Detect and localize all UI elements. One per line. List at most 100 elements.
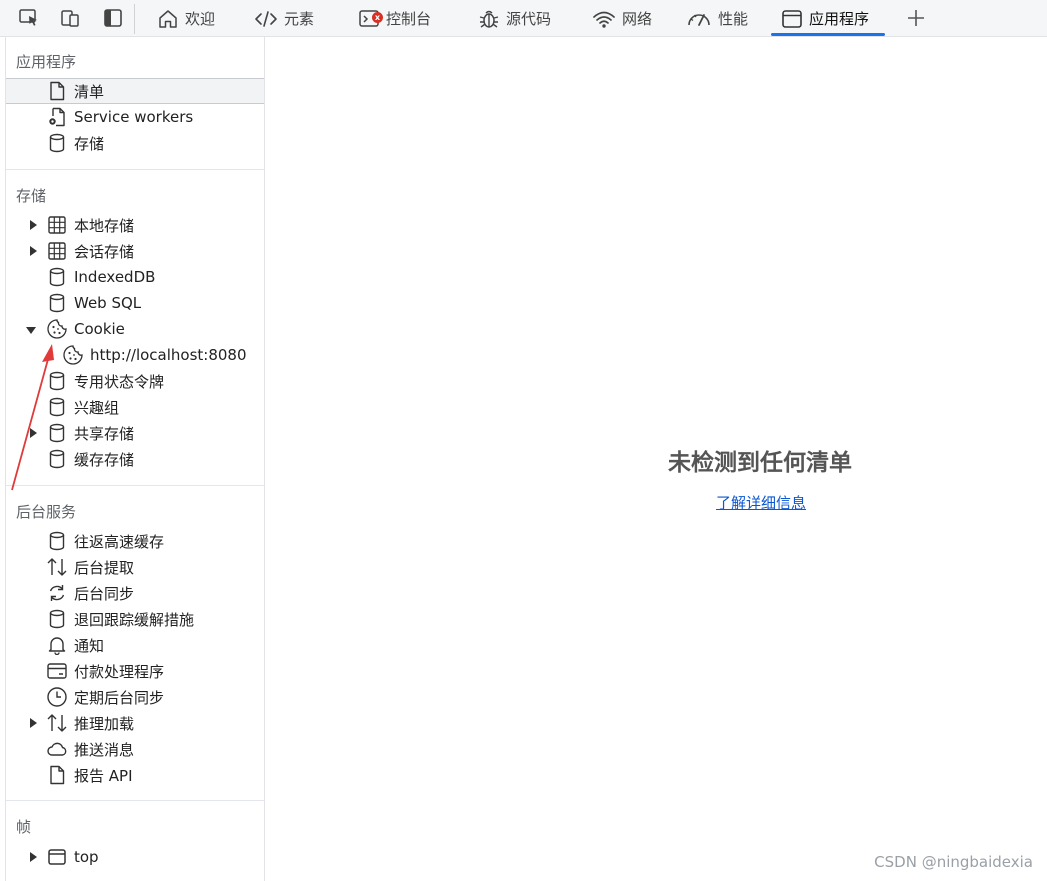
sidebar-item-background-fetch[interactable]: 后台提取 <box>46 554 134 580</box>
sidebar-item-label: http://localhost:8080 <box>90 346 247 364</box>
sidebar-item-label: 通知 <box>74 636 105 655</box>
sidebar-item-manifest[interactable]: 清单 <box>6 78 264 104</box>
clock-icon <box>46 686 68 708</box>
sidebar-item-bounce-tracking[interactable]: 退回跟踪缓解措施 <box>46 606 194 632</box>
tab-welcome[interactable]: 欢迎 <box>157 0 215 37</box>
collapse-cookie-caret[interactable] <box>26 325 36 335</box>
caret-right-icon <box>30 852 37 862</box>
sidebar-item-private-state-tokens[interactable]: 专用状态令牌 <box>46 368 164 394</box>
tab-label: 源代码 <box>506 10 552 28</box>
tab-sources[interactable]: 源代码 <box>478 0 551 37</box>
sidebar-item-local-storage[interactable]: 本地存储 <box>46 212 134 238</box>
sidebar-item-service-workers[interactable]: Service workers <box>46 104 193 130</box>
database-icon <box>46 396 68 418</box>
caret-right-icon <box>30 428 37 438</box>
database-icon <box>46 530 68 552</box>
sidebar-item-notifications[interactable]: 通知 <box>46 632 104 658</box>
tab-label: 控制台 <box>386 10 432 28</box>
database-icon <box>46 422 68 444</box>
device-emulation-button[interactable] <box>57 6 83 30</box>
sidebar-item-cookie[interactable]: Cookie <box>46 316 125 342</box>
expand-session-storage-caret[interactable] <box>28 246 38 256</box>
sidebar-item-cache-storage[interactable]: 缓存存储 <box>46 446 134 472</box>
sidebar-item-label: 后台同步 <box>74 584 135 603</box>
wifi-icon <box>593 11 615 28</box>
section-title-application: 应用程序 <box>16 53 77 71</box>
tab-label: 性能 <box>718 10 749 28</box>
dock-side-button[interactable] <box>100 6 126 30</box>
card-icon <box>46 660 68 682</box>
expand-top-frame-caret[interactable] <box>28 852 38 862</box>
tab-label: 欢迎 <box>185 10 216 28</box>
inspect-element-button[interactable] <box>16 6 42 30</box>
section-title-background-services: 后台服务 <box>16 503 77 521</box>
caret-right-icon <box>30 718 37 728</box>
expand-speculative-loads-caret[interactable] <box>28 718 38 728</box>
tab-label: 网络 <box>622 10 653 28</box>
sidebar-item-label: 兴趣组 <box>74 398 120 417</box>
sidebar-item-bfcache[interactable]: 往返高速缓存 <box>46 528 164 554</box>
devtools-toolbar: 欢迎 元素 x 控制台 源代码 网络 性能 应用程序 <box>0 0 1047 37</box>
plus-icon <box>908 10 924 26</box>
error-badge: x <box>372 12 383 23</box>
bug-icon <box>479 10 499 28</box>
caret-down-icon <box>26 327 36 334</box>
database-icon <box>46 448 68 470</box>
bell-icon <box>46 634 68 656</box>
watermark: CSDN @ningbaidexia <box>874 853 1033 871</box>
sidebar-item-label: 报告 API <box>74 766 133 785</box>
database-icon <box>46 370 68 392</box>
sidebar-item-web-sql[interactable]: Web SQL <box>46 290 141 316</box>
grid-icon <box>46 214 68 236</box>
sidebar-item-label: 往返高速缓存 <box>74 532 165 551</box>
expand-shared-storage-caret[interactable] <box>28 428 38 438</box>
sidebar-item-label: 清单 <box>74 82 105 101</box>
sidebar-item-cookie-localhost[interactable]: http://localhost:8080 <box>62 342 247 368</box>
grid-icon <box>46 240 68 262</box>
tab-network[interactable]: 网络 <box>592 0 652 37</box>
sidebar-item-label: IndexedDB <box>74 268 156 286</box>
sidebar-item-shared-storage[interactable]: 共享存储 <box>46 420 134 446</box>
tab-application[interactable]: 应用程序 <box>770 0 886 37</box>
code-icon <box>255 10 277 27</box>
section-divider <box>6 169 264 170</box>
sidebar-item-label: 后台提取 <box>74 558 135 577</box>
sidebar-item-storage-overview[interactable]: 存储 <box>46 130 104 156</box>
manifest-panel: 未检测到任何清单 了解详细信息 <box>265 37 1047 881</box>
application-sidebar: 应用程序 清单 Service workers 存储 存储 本地存储 会话存储 … <box>5 37 265 881</box>
expand-local-storage-caret[interactable] <box>28 220 38 230</box>
sidebar-item-label: Web SQL <box>74 294 142 312</box>
database-icon <box>46 266 68 288</box>
tab-label: 元素 <box>284 10 315 28</box>
sidebar-item-periodic-sync[interactable]: 定期后台同步 <box>46 684 164 710</box>
sync-icon <box>46 582 68 604</box>
section-divider <box>6 800 264 801</box>
sidebar-item-label: 会话存储 <box>74 242 135 261</box>
sidebar-item-push-messaging[interactable]: 推送消息 <box>46 736 134 762</box>
tab-console[interactable]: x 控制台 <box>358 0 431 37</box>
sidebar-item-session-storage[interactable]: 会话存储 <box>46 238 134 264</box>
sidebar-item-indexeddb[interactable]: IndexedDB <box>46 264 155 290</box>
sidebar-item-label: 退回跟踪缓解措施 <box>74 610 195 629</box>
database-icon <box>46 608 68 630</box>
cookie-icon <box>46 318 68 340</box>
sidebar-item-payment-handler[interactable]: 付款处理程序 <box>46 658 164 684</box>
sidebar-item-label: 定期后台同步 <box>74 688 165 707</box>
tab-elements[interactable]: 元素 <box>254 0 314 37</box>
gear-file-icon <box>46 106 68 128</box>
sidebar-item-interest-groups[interactable]: 兴趣组 <box>46 394 119 420</box>
sidebar-item-speculative-loads[interactable]: 推理加载 <box>46 710 134 736</box>
database-icon <box>46 132 68 154</box>
cloud-icon <box>46 738 68 760</box>
sidebar-item-frame-top[interactable]: top <box>46 844 99 870</box>
tab-performance[interactable]: 性能 <box>686 0 748 37</box>
home-icon <box>159 9 177 28</box>
sidebar-item-label: 存储 <box>74 134 105 153</box>
learn-more-link[interactable]: 了解详细信息 <box>716 492 806 513</box>
sidebar-item-reporting-api[interactable]: 报告 API <box>46 762 133 788</box>
sidebar-item-label: 共享存储 <box>74 424 135 443</box>
sidebar-item-background-sync[interactable]: 后台同步 <box>46 580 134 606</box>
caret-right-icon <box>30 246 37 256</box>
tab-label: 应用程序 <box>809 10 870 28</box>
more-tools-button[interactable] <box>903 6 929 30</box>
